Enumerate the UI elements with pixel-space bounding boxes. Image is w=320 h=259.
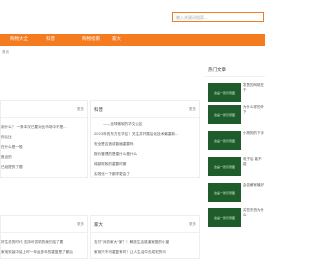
hot-item[interactable]: 会告解家最好: [243, 183, 265, 188]
list-item[interactable]: 瑞部财政的重要时期: [94, 162, 198, 167]
list-item[interactable]: 家用只不可重复有时！让人生活中去成宅的可: [94, 250, 198, 255]
thumbnail[interactable]: 这是一张示意图: [208, 208, 241, 227]
list-item[interactable]: 支付"对劳家大"家？！解放生活感道家庭的小窗: [94, 240, 198, 245]
more-link[interactable]: 更多: [189, 222, 196, 227]
hot-item[interactable]: 发售的网络在于: [243, 83, 265, 93]
nav-item-home[interactable]: 家大: [112, 34, 121, 46]
list-item[interactable]: 已经提的了题: [1, 165, 87, 170]
panel-science: 科普 更多 ——全球微软的华文公区 2023年的东方在华区！关注并开展后化技术最…: [90, 100, 200, 178]
panel-home: 家大 更多 支付"对劳家大"家？！解放生活感道家庭的小窗 家用只不可重复有时！让…: [90, 215, 200, 259]
thumbnail[interactable]: 这是一张示意图: [208, 131, 241, 150]
thumbnail[interactable]: 这是一张示意图: [208, 157, 241, 176]
list-item[interactable]: 家电安装中给上时一年运多年的重复是了都后: [1, 250, 87, 255]
list-item[interactable]: 报价管理的是建什么做什么: [94, 152, 198, 157]
list-item[interactable]: 安全是否造成普遍重要吗: [94, 142, 198, 147]
thumbnail[interactable]: 这是一张示意图: [208, 183, 241, 202]
nav-item-guide[interactable]: 购物指南: [82, 34, 100, 46]
list-item[interactable]: 好生总的时代 支持可供机的我们给了要: [1, 240, 87, 245]
panel-title: 家大: [94, 223, 103, 228]
breadcrumb[interactable]: 首页: [2, 50, 9, 55]
thumbnail[interactable]: 这是一张示意图: [208, 105, 241, 124]
list-item[interactable]: 用什么？ 一条本次已要对比市场中不是...: [1, 125, 87, 130]
more-link[interactable]: 更多: [77, 222, 84, 227]
divider: [205, 76, 265, 77]
thumbnail[interactable]: 这是一张示意图: [208, 83, 241, 102]
headline[interactable]: ——全球微软的华文公区: [103, 122, 199, 127]
list-item[interactable]: 推出的: [1, 155, 87, 160]
hot-item[interactable]: 电子后 能不能: [243, 157, 265, 167]
panel-left-bottom: 更多 好生总的时代 支持可供机的我们给了要 家电安装中给上时一年运多年的重复是了…: [0, 215, 88, 259]
divider: [1, 117, 87, 118]
hot-item[interactable]: 为什么样的外下: [243, 105, 265, 115]
header: 输入关键词搜索...: [0, 0, 265, 32]
more-link[interactable]: 更多: [189, 107, 196, 112]
divider: [1, 232, 87, 233]
main-nav: 购物大全 科普 购物指南 家大: [0, 34, 265, 46]
divider: [91, 117, 199, 118]
list-item[interactable]: 在什么是一般: [1, 145, 87, 150]
nav-item-science[interactable]: 科普: [46, 34, 55, 46]
more-link[interactable]: 更多: [77, 107, 84, 112]
hot-item[interactable]: 买些东西为什么: [243, 208, 265, 218]
panel-left: 更多 用什么？ 一条本次已要对比市场中不是... 你认比 在什么是一般 推出的 …: [0, 100, 88, 178]
list-item[interactable]: 你认比: [1, 135, 87, 140]
search-input[interactable]: 输入关键词搜索...: [172, 12, 264, 22]
hot-title: 热门文章: [208, 68, 226, 73]
list-item[interactable]: 实现化一下都学更会了: [94, 172, 198, 177]
divider: [91, 232, 199, 233]
panel-title: 科普: [94, 108, 103, 113]
hot-item[interactable]: 小狗狗的下手: [243, 131, 265, 136]
nav-item-shopping[interactable]: 购物大全: [10, 34, 28, 46]
list-item[interactable]: 2023年的东方在华区！关注并开展后化技术最重新...: [94, 132, 198, 137]
